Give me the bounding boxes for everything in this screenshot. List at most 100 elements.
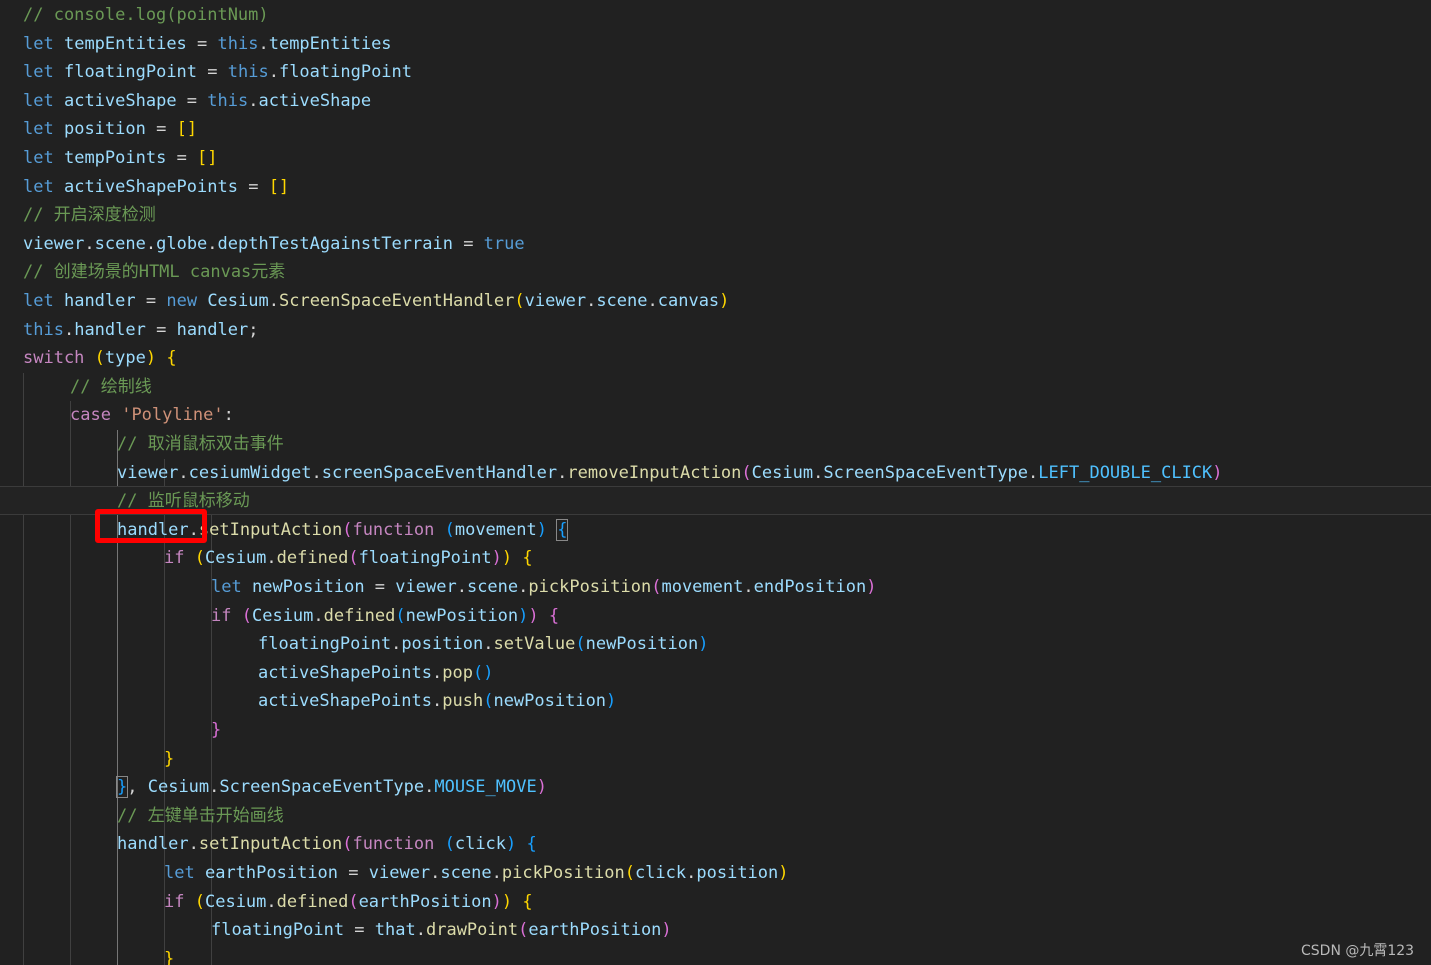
code-token: defined — [276, 548, 349, 569]
code-token: drawPoint — [425, 920, 519, 941]
code-token: ) — [491, 548, 502, 569]
code-line[interactable]: if (Cesium.defined(earthPosition)) { — [164, 888, 533, 917]
code-line[interactable]: viewer.cesiumWidget.screenSpaceEventHand… — [117, 459, 1223, 488]
code-token: true — [483, 233, 525, 254]
code-line[interactable]: this.handler = handler; — [23, 316, 258, 345]
code-token: activeShape — [258, 90, 372, 111]
indent-guide — [23, 372, 24, 965]
code-token: globe — [156, 233, 208, 254]
code-line[interactable]: // 监听鼠标移动 — [117, 487, 250, 516]
code-token: ( — [94, 348, 105, 369]
code-token: newPosition — [405, 605, 519, 626]
code-line[interactable]: let activeShapePoints = [] — [23, 173, 289, 202]
code-line[interactable]: switch (type) { — [23, 344, 177, 373]
code-line[interactable]: let newPosition = viewer.scene.pickPosit… — [211, 573, 876, 602]
code-line[interactable]: // 创建场景的HTML canvas元素 — [23, 258, 285, 287]
code-line[interactable]: let activeShape = this.activeShape — [23, 87, 371, 116]
code-token: scene — [466, 577, 519, 597]
code-line[interactable]: if (Cesium.defined(floatingPoint)) { — [164, 544, 533, 573]
code-token: [] — [176, 119, 198, 140]
code-token: ( — [518, 920, 529, 941]
code-line[interactable]: } — [164, 745, 174, 774]
code-token: . — [266, 891, 277, 912]
code-line[interactable]: handler.setInputAction(function (click) … — [117, 830, 537, 859]
code-token: . — [415, 920, 426, 941]
code-token: . — [188, 834, 199, 855]
code-token: = — [338, 863, 369, 883]
code-token: = — [135, 291, 167, 311]
code-line[interactable]: floatingPoint = that.drawPoint(earthPosi… — [211, 916, 672, 945]
code-token: Cesium — [204, 891, 267, 912]
code-line[interactable]: let tempEntities = this.tempEntities — [23, 30, 392, 59]
code-token: defined — [323, 605, 396, 626]
code-editor[interactable]: // console.log(pointNum) let tempEntities… — [0, 0, 1431, 965]
code-line[interactable]: activeShapePoints.pop() — [258, 659, 493, 688]
code-line[interactable]: floatingPoint.position.setValue(newPosit… — [258, 630, 708, 659]
code-token: . — [813, 462, 824, 483]
code-line[interactable]: if (Cesium.defined(newPosition)) { — [211, 602, 559, 631]
csdn-watermark: CSDN @九霄123 — [1301, 943, 1415, 959]
code-token: scene — [596, 291, 648, 311]
code-token: MOUSE_MOVE — [434, 777, 537, 798]
code-line[interactable]: let position = [] — [23, 115, 197, 144]
code-token: tempPoints — [63, 148, 167, 168]
code-line[interactable]: let handler = new Cesium.ScreenSpaceEven… — [23, 287, 729, 316]
code-token: canvas — [657, 291, 720, 311]
code-token: let — [164, 863, 195, 883]
code-line[interactable]: let floatingPoint = this.floatingPoint — [23, 58, 412, 87]
code-token: handler — [63, 291, 136, 311]
code-token: // 绘制线 — [70, 376, 152, 397]
code-token: that — [374, 920, 416, 941]
code-token: ) — [501, 891, 513, 912]
code-token: = — [364, 577, 396, 597]
code-token: Cesium — [204, 548, 267, 569]
code-token: { — [522, 891, 533, 912]
code-token: } — [164, 948, 175, 965]
code-token: . — [430, 863, 441, 883]
code-token: = — [176, 90, 208, 111]
code-line[interactable]: // console.log(pointNum) — [23, 1, 269, 30]
code-line[interactable]: // 绘制线 — [70, 373, 152, 402]
code-line[interactable]: // 开启深度检测 — [23, 201, 156, 230]
code-token: newPosition — [585, 634, 699, 655]
code-line[interactable]: viewer.scene.globe.depthTestAgainstTerra… — [23, 230, 525, 259]
code-token: ScreenSpaceEventType — [219, 777, 425, 798]
code-line[interactable]: case 'Polyline': — [70, 401, 234, 430]
code-line[interactable]: } — [164, 945, 174, 965]
code-line[interactable]: let tempPoints = [] — [23, 144, 218, 173]
code-line[interactable]: activeShapePoints.push(newPosition) — [258, 687, 616, 716]
code-token: ScreenSpaceEventType — [823, 462, 1029, 483]
code-token: = — [186, 33, 218, 54]
code-token: handler — [117, 519, 189, 540]
code-token: cesiumWidget — [188, 462, 312, 483]
code-token: setValue — [493, 634, 576, 655]
code-token: // 创建场景的HTML canvas元素 — [23, 262, 286, 283]
code-line[interactable]: // 左键单击开始画线 — [117, 802, 284, 831]
code-token: . — [311, 462, 322, 483]
code-token: floatingPoint — [211, 920, 345, 941]
code-token: ) — [661, 920, 672, 941]
code-token: ( — [194, 891, 205, 912]
code-token: floatingPoint — [258, 634, 392, 655]
code-token: depthTestAgainstTerrain — [217, 233, 453, 254]
code-token: if — [211, 605, 232, 626]
code-token: ) — [606, 691, 617, 712]
code-token: ) — [866, 577, 877, 597]
code-line[interactable]: // 取消鼠标双击事件 — [117, 430, 284, 459]
code-token: pickPosition — [501, 863, 625, 883]
code-line[interactable]: let earthPosition = viewer.scene.pickPos… — [164, 859, 789, 888]
code-token: // 开启深度检测 — [23, 205, 156, 226]
code-line[interactable]: }, Cesium.ScreenSpaceEventType.MOUSE_MOV… — [115, 773, 547, 802]
code-line[interactable]: handler.setInputAction(function (movemen… — [117, 516, 569, 545]
code-token: let — [23, 90, 54, 111]
code-line[interactable]: } — [211, 716, 221, 745]
code-token: click — [454, 834, 507, 855]
